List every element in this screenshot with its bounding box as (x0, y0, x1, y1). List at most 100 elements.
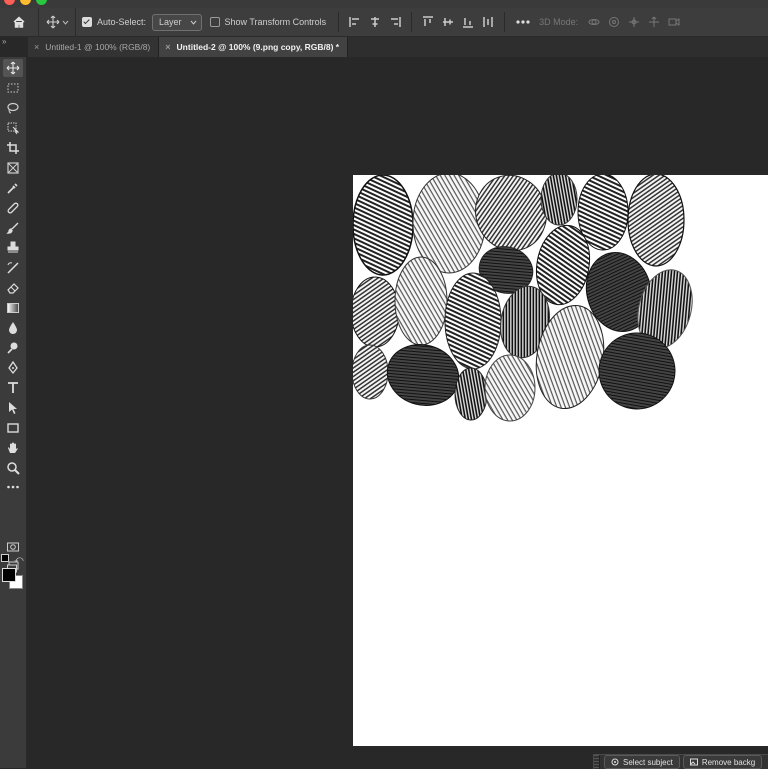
history-brush-tool[interactable] (3, 259, 23, 277)
align-middle-icon (443, 18, 454, 26)
fingerprint (484, 354, 536, 422)
zoom-icon (7, 462, 20, 475)
window-titlebar (0, 0, 768, 8)
align-top-button[interactable] (421, 15, 435, 29)
separator (338, 12, 340, 32)
align-center-button[interactable] (368, 15, 382, 29)
dodge-icon (7, 342, 18, 354)
drag-handle[interactable] (594, 755, 600, 769)
frame-icon (7, 162, 19, 174)
roll-icon (609, 17, 620, 27)
3d-pan-button[interactable] (627, 15, 641, 29)
more-options-button[interactable] (514, 15, 532, 29)
edit-toolbar-button[interactable] (3, 478, 23, 496)
select-subject-button[interactable]: Select subject (604, 755, 680, 769)
align-bottom-button[interactable] (461, 15, 475, 29)
move-tool[interactable] (3, 59, 23, 77)
clone-stamp-tool[interactable] (3, 239, 23, 257)
fingerprint (353, 175, 414, 276)
distribute-button[interactable] (481, 15, 495, 29)
3d-slide-button[interactable] (647, 15, 661, 29)
close-icon[interactable]: × (34, 42, 39, 52)
panel-collapse-toggle[interactable]: » (0, 37, 28, 57)
blur-tool[interactable] (3, 319, 23, 337)
quick-mask-button[interactable] (3, 538, 23, 556)
slide-icon (649, 16, 660, 27)
remove-background-label: Remove backg (701, 757, 756, 767)
3d-roll-button[interactable] (607, 15, 621, 29)
object-select-tool[interactable] (3, 119, 23, 137)
remove-background-button[interactable]: Remove backg (682, 755, 763, 769)
image-icon (689, 758, 698, 766)
gradient-tool[interactable] (3, 299, 23, 317)
align-bottom-icon (463, 18, 474, 28)
marquee-tool[interactable] (3, 79, 23, 97)
tool-preset-picker[interactable] (39, 8, 76, 36)
contextual-task-bar: Select subject Remove backg (593, 754, 768, 769)
auto-select-value: Layer (159, 17, 182, 27)
show-transform-checkbox[interactable] (209, 17, 220, 27)
fingerprint-collage-image (353, 175, 693, 422)
fingerprint (353, 276, 400, 348)
distribute-icon (483, 17, 493, 27)
brush-tool[interactable] (3, 219, 23, 237)
eyedropper-icon (7, 183, 18, 194)
close-icon[interactable]: × (165, 42, 170, 52)
type-icon (8, 382, 18, 393)
hand-icon (8, 442, 18, 453)
document-tabs: × Untitled-1 @ 100% (RGB/8) × Untitled-2… (28, 37, 768, 57)
auto-select-checkbox[interactable] (82, 17, 92, 27)
pen-tool[interactable] (3, 359, 23, 377)
frame-tool[interactable] (3, 159, 23, 177)
align-center-icon (371, 17, 380, 27)
zoom-tool[interactable] (3, 459, 23, 477)
auto-select-dropdown[interactable]: Layer (152, 13, 202, 31)
window-maximize-button[interactable] (36, 0, 47, 5)
orbit-icon (588, 19, 600, 25)
home-button[interactable] (0, 8, 39, 36)
lasso-icon (7, 102, 19, 114)
3d-orbit-button[interactable] (587, 15, 601, 29)
type-tool[interactable] (3, 379, 23, 397)
healing-brush-icon (7, 202, 19, 214)
rectangle-icon (7, 423, 19, 433)
tab-untitled-2[interactable]: × Untitled-2 @ 100% (9.png copy, RGB/8) … (159, 37, 349, 57)
align-middle-button[interactable] (441, 15, 455, 29)
dodge-tool[interactable] (3, 339, 23, 357)
crop-tool[interactable] (3, 139, 23, 157)
align-right-button[interactable] (388, 15, 402, 29)
path-selection-tool[interactable] (3, 399, 23, 417)
video-camera-icon (668, 18, 680, 26)
window-close-button[interactable] (4, 0, 15, 5)
gradient-icon (7, 303, 19, 313)
tab-untitled-1[interactable]: × Untitled-1 @ 100% (RGB/8) (28, 37, 160, 57)
show-transform-label: Show Transform Controls (224, 17, 327, 27)
chevron-down-icon (62, 20, 68, 25)
healing-brush-tool[interactable] (3, 199, 23, 217)
quick-mask-icon (7, 542, 19, 552)
eraser-tool[interactable] (3, 279, 23, 297)
hand-tool[interactable] (3, 439, 23, 457)
marquee-icon (7, 83, 19, 93)
select-subject-icon (611, 758, 619, 766)
path-select-icon (9, 402, 17, 414)
stamp-icon (7, 241, 19, 253)
fingerprint (627, 175, 685, 267)
eyedropper-tool[interactable] (3, 179, 23, 197)
select-subject-label: Select subject (623, 757, 673, 767)
tab-label: Untitled-1 @ 100% (RGB/8) (45, 42, 151, 52)
more-tools-icon (7, 485, 19, 489)
brush-icon (6, 222, 19, 234)
lasso-tool[interactable] (3, 99, 23, 117)
3d-scale-button[interactable] (667, 15, 681, 29)
tab-label: Untitled-2 @ 100% (9.png copy, RGB/8) * (176, 42, 340, 52)
auto-select-label: Auto-Select: (97, 17, 147, 27)
foreground-color-swatch[interactable] (2, 568, 16, 582)
align-left-button[interactable] (348, 15, 362, 29)
rectangle-tool[interactable] (3, 419, 23, 437)
window-minimize-button[interactable] (20, 0, 31, 5)
align-right-icon (391, 17, 401, 27)
document-canvas[interactable] (353, 175, 768, 746)
fingerprint (444, 272, 502, 370)
fingerprint (540, 175, 578, 226)
